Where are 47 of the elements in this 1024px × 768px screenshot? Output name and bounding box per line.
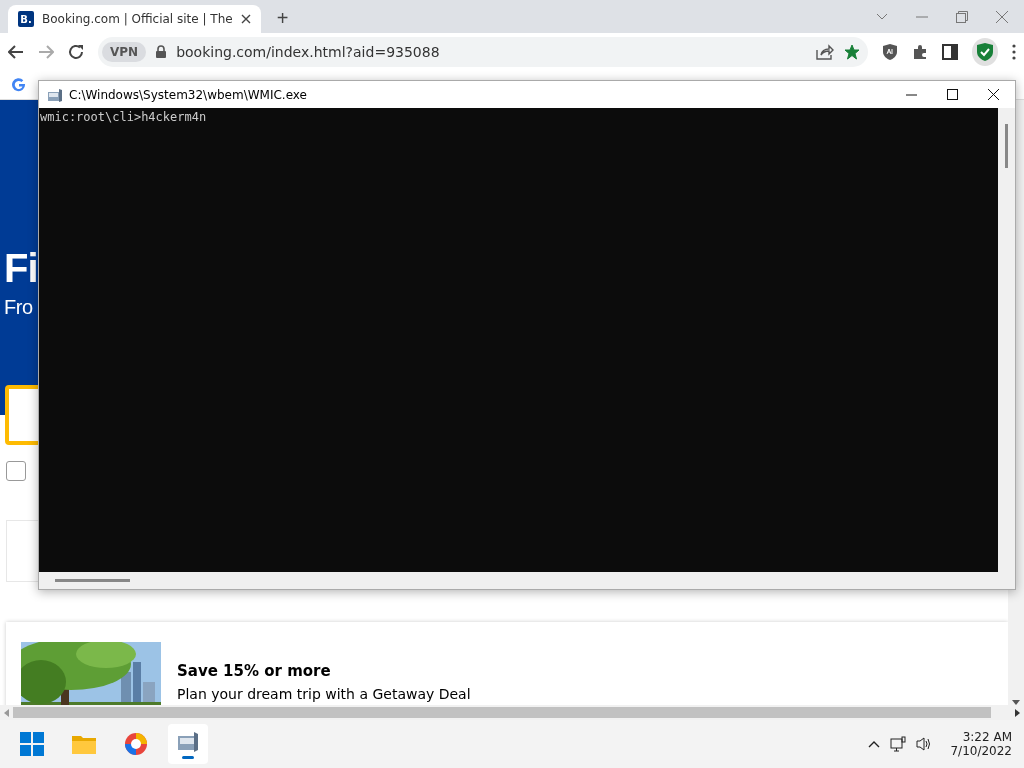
- checkbox[interactable]: [6, 461, 26, 481]
- close-icon[interactable]: [240, 14, 251, 24]
- tab-title: Booking.com | Official site | The: [42, 12, 233, 26]
- reload-icon[interactable]: [68, 43, 84, 60]
- close-icon[interactable]: [988, 89, 999, 100]
- scroll-right-icon[interactable]: [1015, 708, 1020, 717]
- horizontal-scrollbar[interactable]: [0, 705, 1024, 720]
- shield-check-icon[interactable]: [976, 41, 994, 62]
- favicon: B.: [18, 11, 34, 27]
- taskbar-app[interactable]: [168, 724, 208, 764]
- window-title: C:\Windows\System32\wbem\WMIC.exe: [69, 87, 307, 102]
- side-panel-icon[interactable]: [942, 43, 958, 60]
- share-icon[interactable]: [816, 43, 834, 60]
- address-bar[interactable]: VPN booking.com/index.html?aid=935088: [98, 36, 868, 67]
- console-icon: [47, 87, 63, 102]
- chevron-up-icon[interactable]: [868, 740, 881, 748]
- console-icon: [176, 729, 200, 754]
- date-text: 7/10/2022: [950, 744, 1012, 758]
- lock-icon: [156, 45, 167, 58]
- hero-subheading: Fro: [4, 296, 34, 319]
- back-icon[interactable]: [8, 44, 24, 59]
- browser-icon: [124, 732, 148, 756]
- horizontal-scrollbar[interactable]: [39, 572, 1015, 589]
- clock[interactable]: 3:22 AM 7/10/2022: [950, 730, 1012, 758]
- shield-icon[interactable]: [882, 42, 898, 61]
- deal-title: Save 15% or more: [177, 662, 332, 680]
- network-icon[interactable]: [890, 736, 907, 752]
- vertical-scrollbar[interactable]: [998, 108, 1015, 572]
- chevron-down-icon[interactable]: [876, 12, 888, 21]
- new-tab-button[interactable]: +: [272, 7, 293, 30]
- maximize-icon[interactable]: [947, 89, 958, 100]
- deal-card[interactable]: Save 15% or more Plan your dream trip with a Getaway Deal: [6, 622, 1008, 705]
- star-icon[interactable]: [844, 43, 860, 60]
- windows-icon: [20, 732, 44, 756]
- puzzle-icon[interactable]: [912, 43, 928, 60]
- google-icon[interactable]: [12, 77, 26, 92]
- deal-description: Plan your dream trip with a Getaway Deal: [177, 686, 471, 702]
- minimize-icon[interactable]: [906, 93, 917, 96]
- browser-tab[interactable]: B. Booking.com | Official site | The: [8, 5, 261, 33]
- console-line: wmic:root\cli>h4ckerm4n: [40, 110, 208, 124]
- url-text: booking.com/index.html?aid=935088: [176, 43, 441, 60]
- restore-icon[interactable]: [956, 10, 968, 23]
- time-text: 3:22 AM: [962, 730, 1012, 744]
- hero-heading: Fi: [4, 245, 39, 292]
- volume-icon[interactable]: [916, 736, 933, 752]
- menu-icon[interactable]: [1012, 43, 1016, 60]
- vpn-badge[interactable]: VPN: [102, 41, 147, 62]
